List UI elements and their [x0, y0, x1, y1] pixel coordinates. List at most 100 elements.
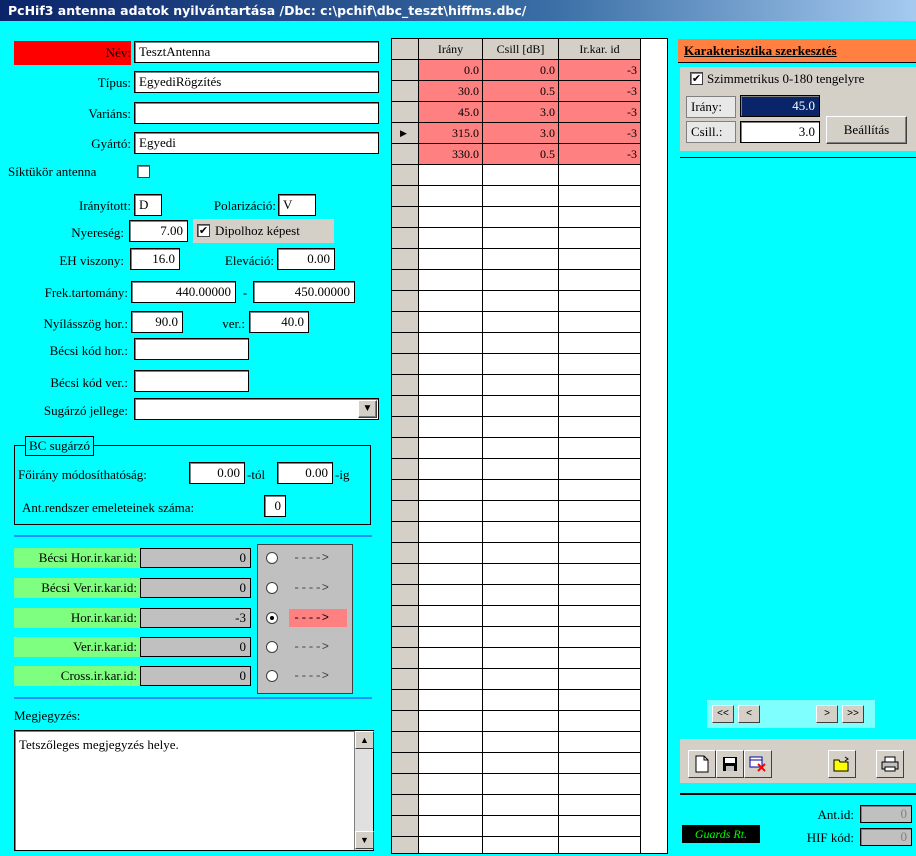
- grid-cell[interactable]: -3: [559, 144, 641, 165]
- manufacturer-input[interactable]: Egyedi: [134, 132, 379, 154]
- grid-cell[interactable]: [559, 711, 641, 732]
- grid-cell[interactable]: [559, 627, 641, 648]
- save-button[interactable]: [716, 750, 744, 778]
- grid-cell[interactable]: [559, 690, 641, 711]
- grid-cell[interactable]: [559, 816, 641, 837]
- first-record-button[interactable]: <<: [712, 705, 734, 723]
- grid-row-indicator[interactable]: [392, 249, 419, 270]
- scroll-up-icon[interactable]: ▲: [355, 731, 374, 749]
- grid-cell[interactable]: [419, 270, 483, 291]
- grid-cell[interactable]: [419, 249, 483, 270]
- grid-cell[interactable]: [419, 837, 483, 853]
- grid-cell[interactable]: [483, 375, 559, 396]
- grid-row-indicator[interactable]: [392, 312, 419, 333]
- grid-cell[interactable]: [419, 753, 483, 774]
- radiator-type-select[interactable]: [134, 398, 379, 420]
- grid-cell[interactable]: [419, 207, 483, 228]
- grid-cell[interactable]: [419, 333, 483, 354]
- delete-button[interactable]: [744, 750, 772, 778]
- grid-row-indicator[interactable]: [392, 165, 419, 186]
- grid-cell[interactable]: 0.5: [483, 144, 559, 165]
- apply-button[interactable]: Beállítás: [826, 116, 907, 144]
- grid-row-indicator[interactable]: [392, 690, 419, 711]
- symmetric-checkbox[interactable]: ✔: [690, 72, 703, 85]
- grid-cell[interactable]: [559, 648, 641, 669]
- grid-cell[interactable]: [419, 606, 483, 627]
- grid-cell[interactable]: [419, 816, 483, 837]
- grid-cell[interactable]: [483, 165, 559, 186]
- grid-cell[interactable]: [483, 396, 559, 417]
- grid-row-indicator[interactable]: [392, 501, 419, 522]
- grid-row-indicator[interactable]: [392, 606, 419, 627]
- karid-radio[interactable]: [266, 612, 278, 624]
- grid-cell[interactable]: [483, 270, 559, 291]
- grid-row-indicator[interactable]: [392, 354, 419, 375]
- new-record-button[interactable]: [688, 750, 716, 778]
- grid-cell[interactable]: [559, 333, 641, 354]
- grid-cell[interactable]: [483, 522, 559, 543]
- grid-row-indicator[interactable]: [392, 186, 419, 207]
- grid-row-indicator[interactable]: [392, 375, 419, 396]
- karid-arrow-button[interactable]: ---->: [289, 579, 347, 597]
- grid-cell[interactable]: [559, 501, 641, 522]
- notes-scrollbar[interactable]: ▲ ▼: [354, 731, 374, 850]
- grid-cell[interactable]: [559, 606, 641, 627]
- grid-cell[interactable]: [483, 312, 559, 333]
- grid-row-indicator[interactable]: [392, 396, 419, 417]
- grid-cell[interactable]: 330.0: [419, 144, 483, 165]
- vienna-code-hor-input[interactable]: [134, 338, 249, 360]
- grid-cell[interactable]: [559, 270, 641, 291]
- gain-input[interactable]: 7.00: [129, 220, 188, 242]
- grid-cell[interactable]: [419, 228, 483, 249]
- eh-ratio-input[interactable]: 16.0: [130, 248, 180, 270]
- grid-cell[interactable]: [559, 837, 641, 853]
- grid-cell[interactable]: [419, 795, 483, 816]
- grid-cell[interactable]: [559, 291, 641, 312]
- grid-cell[interactable]: [483, 816, 559, 837]
- grid-cell[interactable]: [483, 711, 559, 732]
- karid-arrow-button[interactable]: ---->: [289, 549, 347, 567]
- grid-cell[interactable]: [419, 396, 483, 417]
- floor-count-input[interactable]: 0: [264, 495, 286, 517]
- grid-cell[interactable]: [483, 564, 559, 585]
- grid-cell[interactable]: [559, 438, 641, 459]
- grid-cell[interactable]: [419, 732, 483, 753]
- grid-cell[interactable]: [559, 522, 641, 543]
- grid-row-indicator[interactable]: [392, 648, 419, 669]
- grid-cell[interactable]: [559, 228, 641, 249]
- grid-row-indicator[interactable]: [392, 732, 419, 753]
- grid-cell[interactable]: [483, 774, 559, 795]
- grid-cell[interactable]: [483, 249, 559, 270]
- grid-row-indicator[interactable]: [392, 81, 419, 102]
- grid-row-indicator[interactable]: [392, 270, 419, 291]
- grid-cell[interactable]: [559, 564, 641, 585]
- grid-cell[interactable]: [419, 543, 483, 564]
- grid-cell[interactable]: [419, 711, 483, 732]
- grid-cell[interactable]: [483, 354, 559, 375]
- grid-row-indicator[interactable]: ▶: [392, 123, 419, 144]
- grid-cell[interactable]: [483, 606, 559, 627]
- karid-arrow-button[interactable]: ---->: [289, 667, 347, 685]
- grid-cell[interactable]: [559, 669, 641, 690]
- grid-row-indicator[interactable]: [392, 291, 419, 312]
- grid-cell[interactable]: [419, 669, 483, 690]
- karid-arrow-button[interactable]: ---->: [289, 609, 347, 627]
- grid-cell[interactable]: [559, 396, 641, 417]
- grid-row-indicator[interactable]: [392, 480, 419, 501]
- notes-textarea[interactable]: Tetszőleges megjegyzés helye.: [14, 730, 374, 851]
- karid-radio[interactable]: [266, 582, 278, 594]
- grid-cell[interactable]: [559, 459, 641, 480]
- grid-cell[interactable]: 3.0: [483, 123, 559, 144]
- grid-row-indicator[interactable]: [392, 207, 419, 228]
- grid-cell[interactable]: 0.0: [419, 60, 483, 81]
- grid-row-indicator[interactable]: [392, 102, 419, 123]
- grid-cell[interactable]: [483, 333, 559, 354]
- grid-cell[interactable]: [483, 795, 559, 816]
- grid-cell[interactable]: [483, 480, 559, 501]
- grid-cell[interactable]: [483, 753, 559, 774]
- grid-cell[interactable]: [419, 585, 483, 606]
- name-input[interactable]: TesztAntenna: [134, 41, 379, 63]
- grid-cell[interactable]: [419, 627, 483, 648]
- grid-cell[interactable]: 0.5: [483, 81, 559, 102]
- dipole-checkbox[interactable]: ✔: [197, 224, 210, 237]
